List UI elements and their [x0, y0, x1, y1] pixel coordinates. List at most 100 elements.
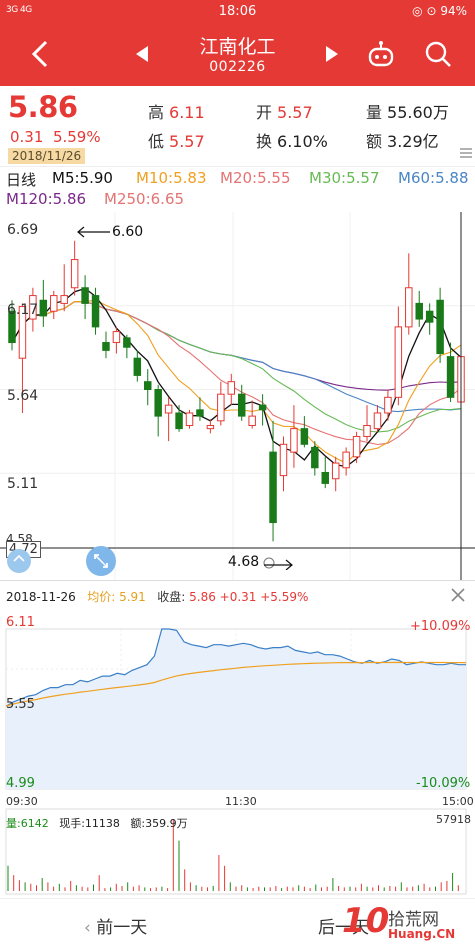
max-price-annotation: 6.60 [112, 224, 144, 240]
volume-header: 量:6142 现手:11138 额:359.9万 [6, 815, 188, 831]
search-icon[interactable] [424, 40, 452, 68]
price-area [6, 629, 466, 789]
intraday-price-top: 6.11 [6, 615, 35, 630]
y-label-3: 5.64 [7, 388, 39, 404]
turnover-label: 换 [256, 132, 273, 151]
y-label-top: 6.69 [7, 222, 39, 238]
candle-body [279, 443, 288, 477]
turnover-cell: 换 6.10% [256, 128, 328, 152]
min-price-annotation: 4.68 [228, 554, 260, 570]
candle-body [352, 435, 361, 458]
candle-body [405, 287, 413, 328]
time-end: 15:00 [442, 795, 474, 808]
candle-body [311, 446, 319, 469]
current-price: 5.86 [8, 90, 78, 124]
amount-label: 额 [366, 132, 383, 151]
candle-body [50, 295, 58, 312]
candle-body [373, 412, 382, 430]
candle-body [185, 412, 194, 427]
open-value: 5.57 [277, 103, 313, 122]
candle-body [248, 415, 256, 427]
watermark-number: 10 [342, 901, 390, 941]
candle-body [196, 409, 204, 417]
ma-line-m10 [11, 299, 462, 464]
candle-body [290, 428, 298, 453]
fullscreen-icon [94, 554, 108, 568]
candle-body [384, 396, 392, 414]
volume-label: 量 [366, 103, 383, 122]
candle-body [102, 342, 110, 351]
expand-menu-icon[interactable] [460, 148, 472, 158]
ma20-label: M20:5.55 [220, 169, 291, 187]
candle-body [321, 471, 329, 484]
min-arrow-icon [263, 557, 293, 570]
change-value: 0.31 [10, 128, 44, 146]
turnover-value: 6.10% [277, 132, 328, 151]
time-start: 09:30 [6, 795, 38, 808]
candle-body [144, 381, 152, 390]
prev-day-button[interactable]: ‹ 前一天 [84, 913, 147, 938]
high-label: 高 [148, 103, 165, 122]
volume-amount: 额:359.9万 [130, 817, 188, 830]
open-cell: 开 5.57 [256, 99, 313, 123]
amount-cell: 额 3.29亿 [366, 128, 439, 152]
hand-count: 现手:11138 [59, 817, 120, 830]
candle-body [154, 389, 162, 417]
candle-body [227, 381, 236, 395]
y-label-4: 5.11 [7, 476, 39, 492]
candle-body [342, 451, 350, 469]
volume-value: 55.60万 [387, 103, 449, 122]
ma250-label: M250:6.65 [104, 190, 185, 208]
kline-svg [0, 212, 475, 580]
candle-body [415, 302, 423, 320]
robot-assistant-icon[interactable] [366, 40, 396, 70]
next-stock-icon[interactable] [322, 43, 342, 65]
period-label[interactable]: 日线 [6, 169, 36, 190]
candle-body [300, 428, 309, 445]
battery-level: ◎ ⊙ 94% [412, 4, 467, 18]
quote-date: 2018/11/26 [8, 148, 86, 164]
candle-body [123, 337, 131, 348]
candle-body [70, 259, 79, 289]
candle-body [206, 425, 215, 430]
ma60-label: M60:5.88 [398, 169, 469, 187]
candle-body [258, 404, 267, 411]
stock-header: 江南化工 002226 [0, 24, 475, 86]
high-cell: 高 6.11 [148, 99, 205, 123]
volume-max: 57918 [436, 813, 471, 826]
status-bar: 3G 4G 18:06 ◎ ⊙ 94% [0, 0, 475, 24]
candle-body [446, 356, 455, 398]
watermark-en: Huang.CN [388, 927, 456, 941]
ma10-label: M10:5.83 [136, 169, 207, 187]
high-value: 6.11 [169, 103, 205, 122]
intraday-pct-top: +10.09% [410, 619, 471, 634]
watermark-logo: 10 拾荒网 Huang.CN [340, 901, 475, 947]
price-change: 0.31 5.59% [10, 128, 101, 146]
stock-name: 江南化工 [199, 36, 276, 58]
candle-body [60, 295, 68, 304]
candle-body [91, 295, 100, 328]
quote-panel: 5.86 0.31 5.59% 2018/11/26 高 6.11 开 5.57 量… [0, 86, 475, 166]
candle-body [394, 326, 403, 398]
candle-body [112, 331, 121, 344]
kline-chart[interactable]: 6.69 6.17 5.64 5.11 6.60 4.68 4.58 [0, 212, 475, 580]
prev-day-label: 前一天 [96, 918, 148, 938]
time-mid: 11:30 [225, 795, 257, 808]
ma-line-m20 [11, 301, 462, 446]
bottom-nav: ‹ 前一天 后一天 10 拾荒网 Huang.CN [0, 898, 475, 950]
battery-text: 94% [440, 4, 467, 18]
candle-body [39, 299, 48, 317]
volume-count: 量:6142 [6, 817, 49, 830]
candle-body [269, 451, 277, 524]
y-label-2: 6.17 [7, 302, 39, 318]
volume-cell: 量 55.60万 [366, 99, 449, 123]
drag-handle-icon[interactable] [6, 548, 32, 574]
intraday-panel: 2018-11-26 均价: 5.91 收盘: 5.86 +0.31 +5.59… [0, 580, 475, 898]
low-label: 低 [148, 132, 165, 151]
fullscreen-button[interactable] [86, 546, 116, 576]
candle-body [217, 393, 225, 422]
candle-body [175, 412, 183, 430]
status-time: 18:06 [218, 4, 257, 19]
ma120-label: M120:5.86 [6, 190, 87, 208]
ma-line-m120 [11, 301, 462, 391]
